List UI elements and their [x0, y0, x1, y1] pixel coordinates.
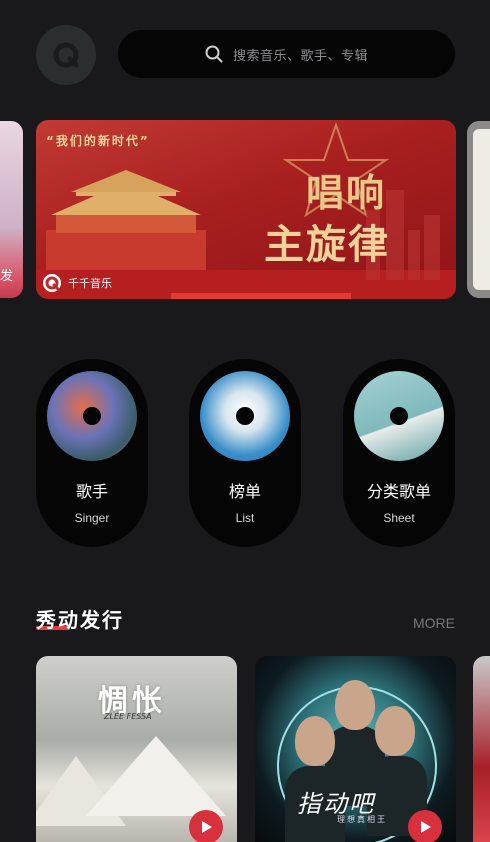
- more-link[interactable]: MORE: [413, 615, 455, 631]
- banner-brand: 千千音乐: [42, 273, 112, 293]
- category-subtitle: Sheet: [383, 511, 415, 525]
- category-singer[interactable]: 歌手 Singer: [36, 359, 148, 547]
- banner-prev-slide[interactable]: 发: [0, 121, 23, 298]
- category-title: 分类歌单: [366, 482, 431, 501]
- category-subtitle: Singer: [74, 511, 110, 525]
- banner-indicator: [171, 293, 351, 299]
- album-play-button[interactable]: [408, 810, 442, 842]
- disc-hole: [83, 407, 101, 425]
- disc-hole: [390, 407, 408, 425]
- banner-headline-1: 唱响: [306, 170, 387, 215]
- app-logo-button[interactable]: [36, 25, 96, 85]
- banner-slogan: “我们的新时代”: [46, 134, 150, 148]
- album-card[interactable]: 指动吧 理想真相王: [255, 656, 456, 842]
- search-placeholder: 搜索音乐、歌手、专辑: [232, 48, 368, 64]
- banner-prev-text: 发: [0, 269, 14, 284]
- sheet-disc-image: [354, 371, 444, 461]
- category-list[interactable]: 榜单 List: [189, 359, 301, 547]
- play-icon: [202, 821, 212, 833]
- play-icon: [421, 821, 431, 833]
- singer-disc-image: [47, 371, 137, 461]
- album-art-face: [295, 716, 335, 766]
- banner-next-slide[interactable]: [467, 121, 490, 298]
- banner-next-artwork: [473, 129, 490, 290]
- category-title: 榜单: [228, 482, 261, 501]
- banner-brand-name: 千千音乐: [68, 277, 112, 290]
- section-title: 秀动发行: [36, 608, 124, 632]
- album-subtitle: ZLEE FESSA: [104, 712, 152, 721]
- album-art-face: [335, 680, 375, 730]
- banner-slide[interactable]: “我们的新时代” 唱响 主旋律 千千音乐: [36, 120, 456, 299]
- qianqian-brand-icon: [43, 274, 61, 292]
- album-art-face: [375, 706, 415, 756]
- search-icon: [205, 45, 223, 63]
- album-art-tent: [86, 736, 226, 816]
- banner-headline-2: 主旋律: [264, 221, 390, 268]
- qianqian-logo-icon: [53, 42, 79, 68]
- album-play-button[interactable]: [189, 810, 223, 842]
- album-subtitle: 理想真相王: [337, 815, 387, 824]
- list-disc-image: [200, 371, 290, 461]
- album-card[interactable]: 惆怅 ZLEE FESSA: [36, 656, 237, 842]
- category-subtitle: List: [235, 511, 255, 525]
- disc-hole: [236, 407, 254, 425]
- category-title: 歌手: [75, 482, 108, 501]
- album-card-next[interactable]: [473, 656, 490, 842]
- search-bar[interactable]: 搜索音乐、歌手、专辑: [118, 30, 455, 78]
- category-sheet[interactable]: 分类歌单 Sheet: [343, 359, 455, 547]
